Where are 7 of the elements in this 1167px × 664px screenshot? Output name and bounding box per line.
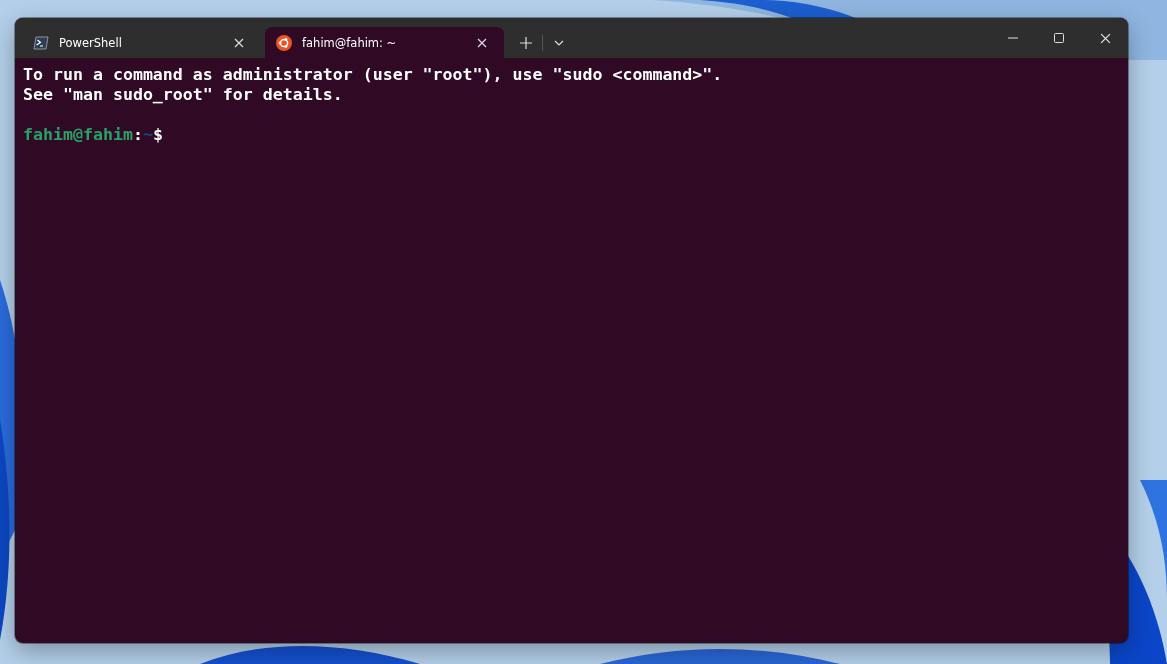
ubuntu-logo-icon xyxy=(276,34,292,51)
terminal-output-line: To run a command as administrator (user "root"), use "sudo <command>". xyxy=(23,65,723,84)
terminal-prompt-icon xyxy=(33,35,49,50)
tab[interactable]: fahim@fahim: ~ xyxy=(265,27,504,58)
tab[interactable]: PowerShell xyxy=(22,27,261,58)
shell-prompt: fahim@fahim:~$ xyxy=(23,125,163,144)
terminal-output-line: See "man sudo_root" for details. xyxy=(23,85,343,104)
